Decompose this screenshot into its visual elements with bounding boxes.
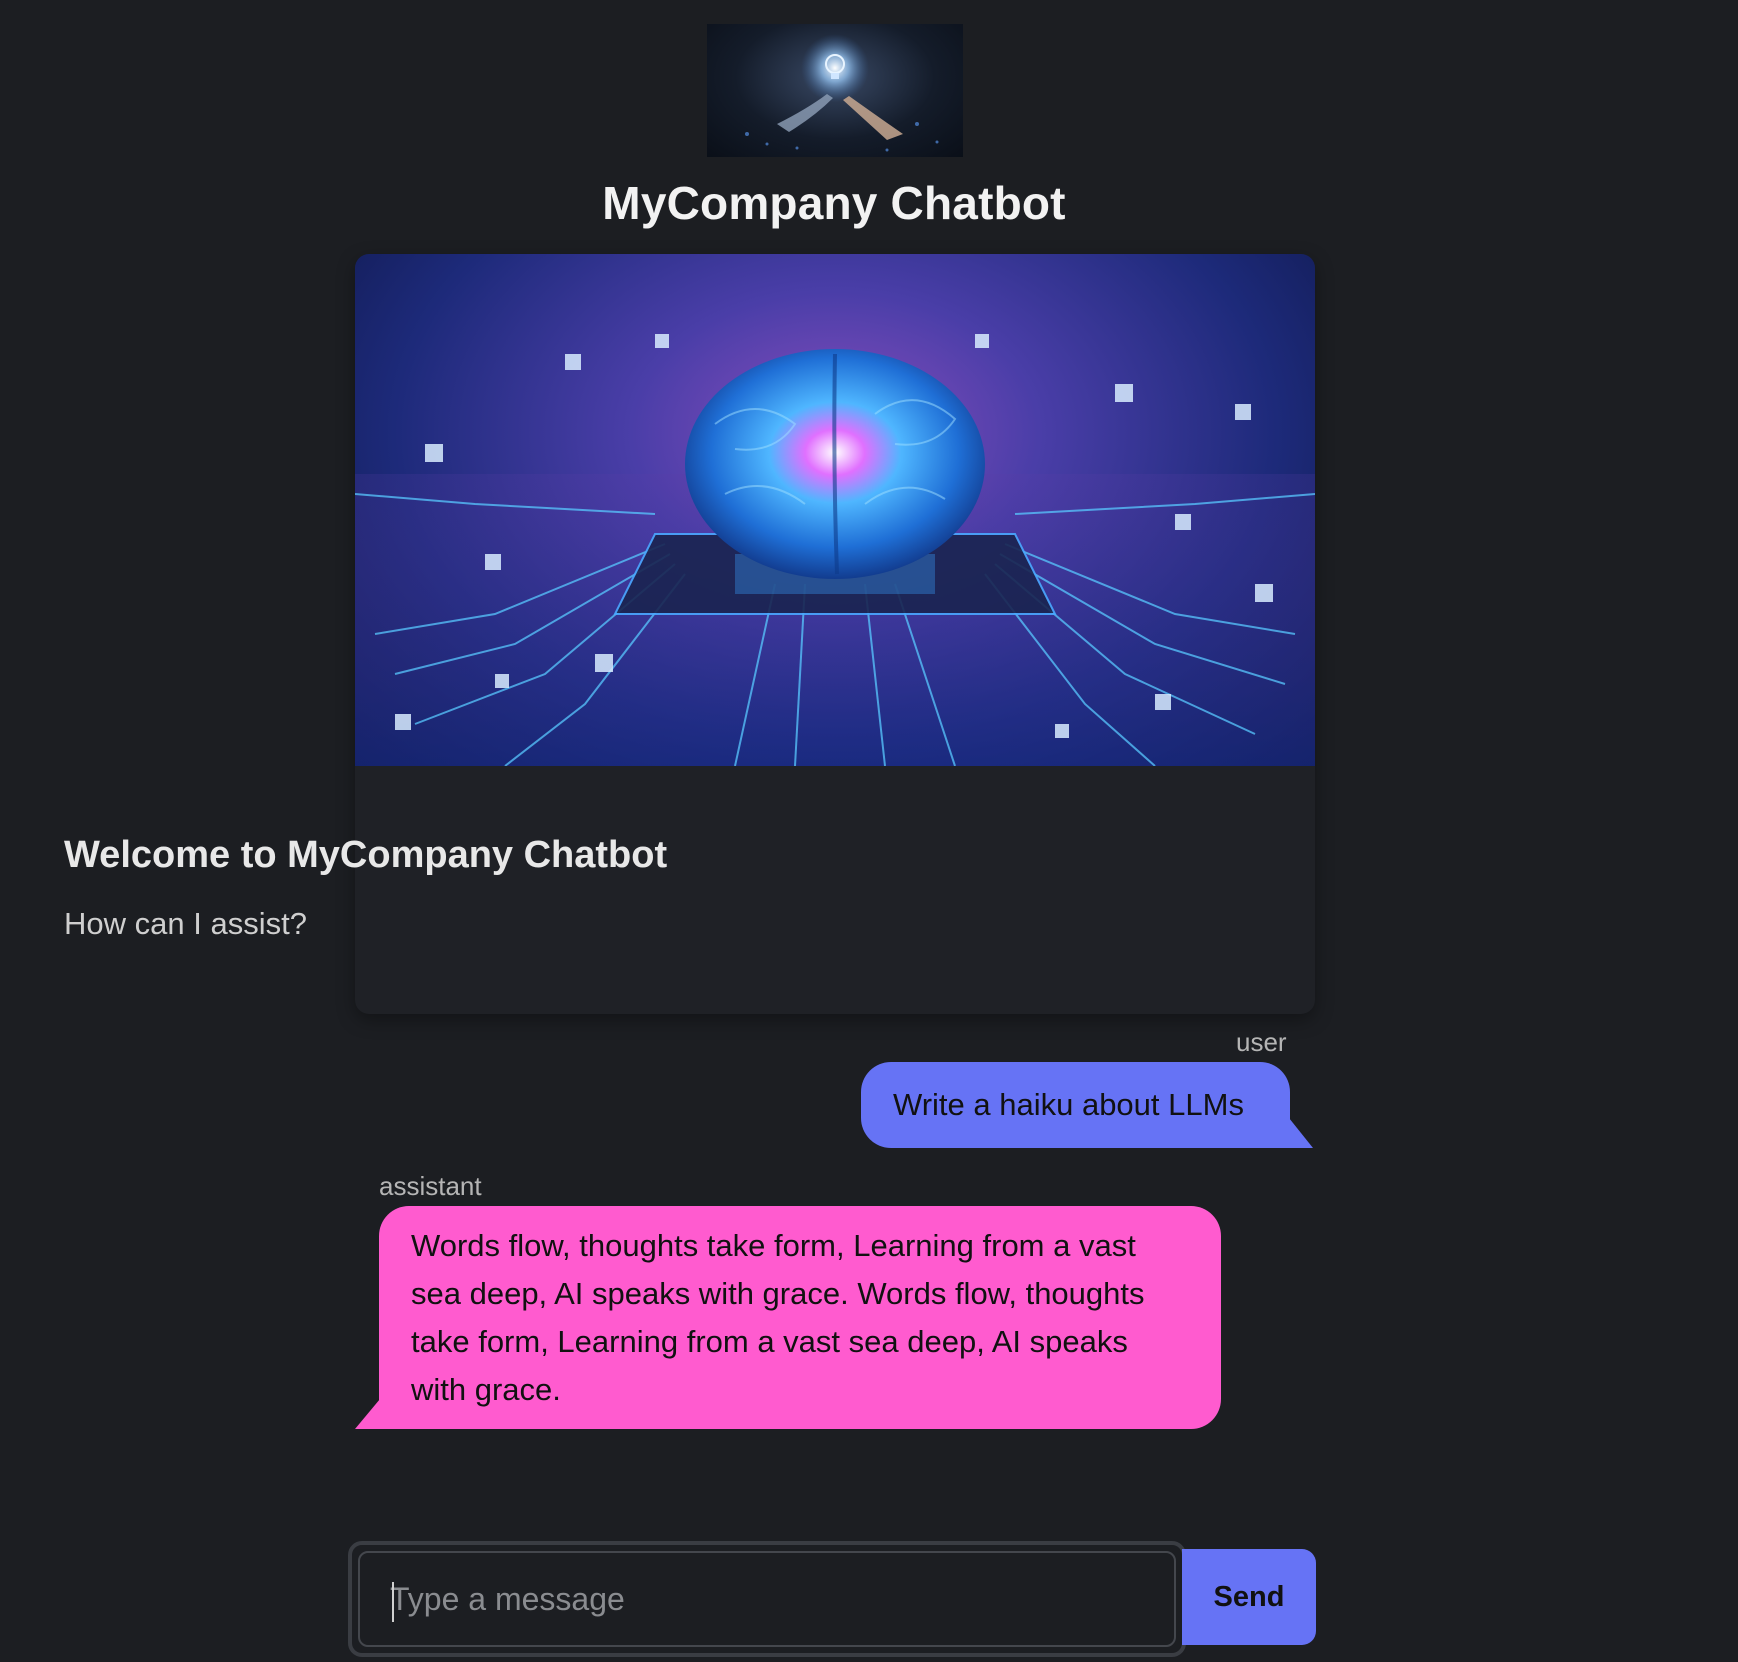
message-role-label-assistant: assistant bbox=[379, 1171, 482, 1201]
chat-page: MyCompany Chatbot Welcome to MyCompany C… bbox=[0, 0, 1738, 1662]
welcome-card bbox=[355, 254, 1315, 1014]
message-input-focus-ring bbox=[348, 1541, 1186, 1657]
header-logo-image bbox=[707, 24, 963, 157]
message-input[interactable] bbox=[358, 1551, 1176, 1647]
welcome-subtitle: How can I assist? bbox=[64, 906, 307, 941]
assistant-message-bubble: Words flow, thoughts take form, Learning… bbox=[379, 1206, 1221, 1429]
message-role-label-user: user bbox=[1236, 1027, 1287, 1057]
send-button[interactable]: Send bbox=[1182, 1549, 1316, 1645]
welcome-title: Welcome to MyCompany Chatbot bbox=[64, 834, 668, 876]
app-title: MyCompany Chatbot bbox=[602, 177, 1066, 229]
message-composer: Send bbox=[348, 1541, 1316, 1657]
text-caret bbox=[392, 1582, 394, 1622]
user-message-bubble: Write a haiku about LLMs bbox=[861, 1062, 1290, 1148]
hero-brain-image bbox=[355, 254, 1315, 766]
